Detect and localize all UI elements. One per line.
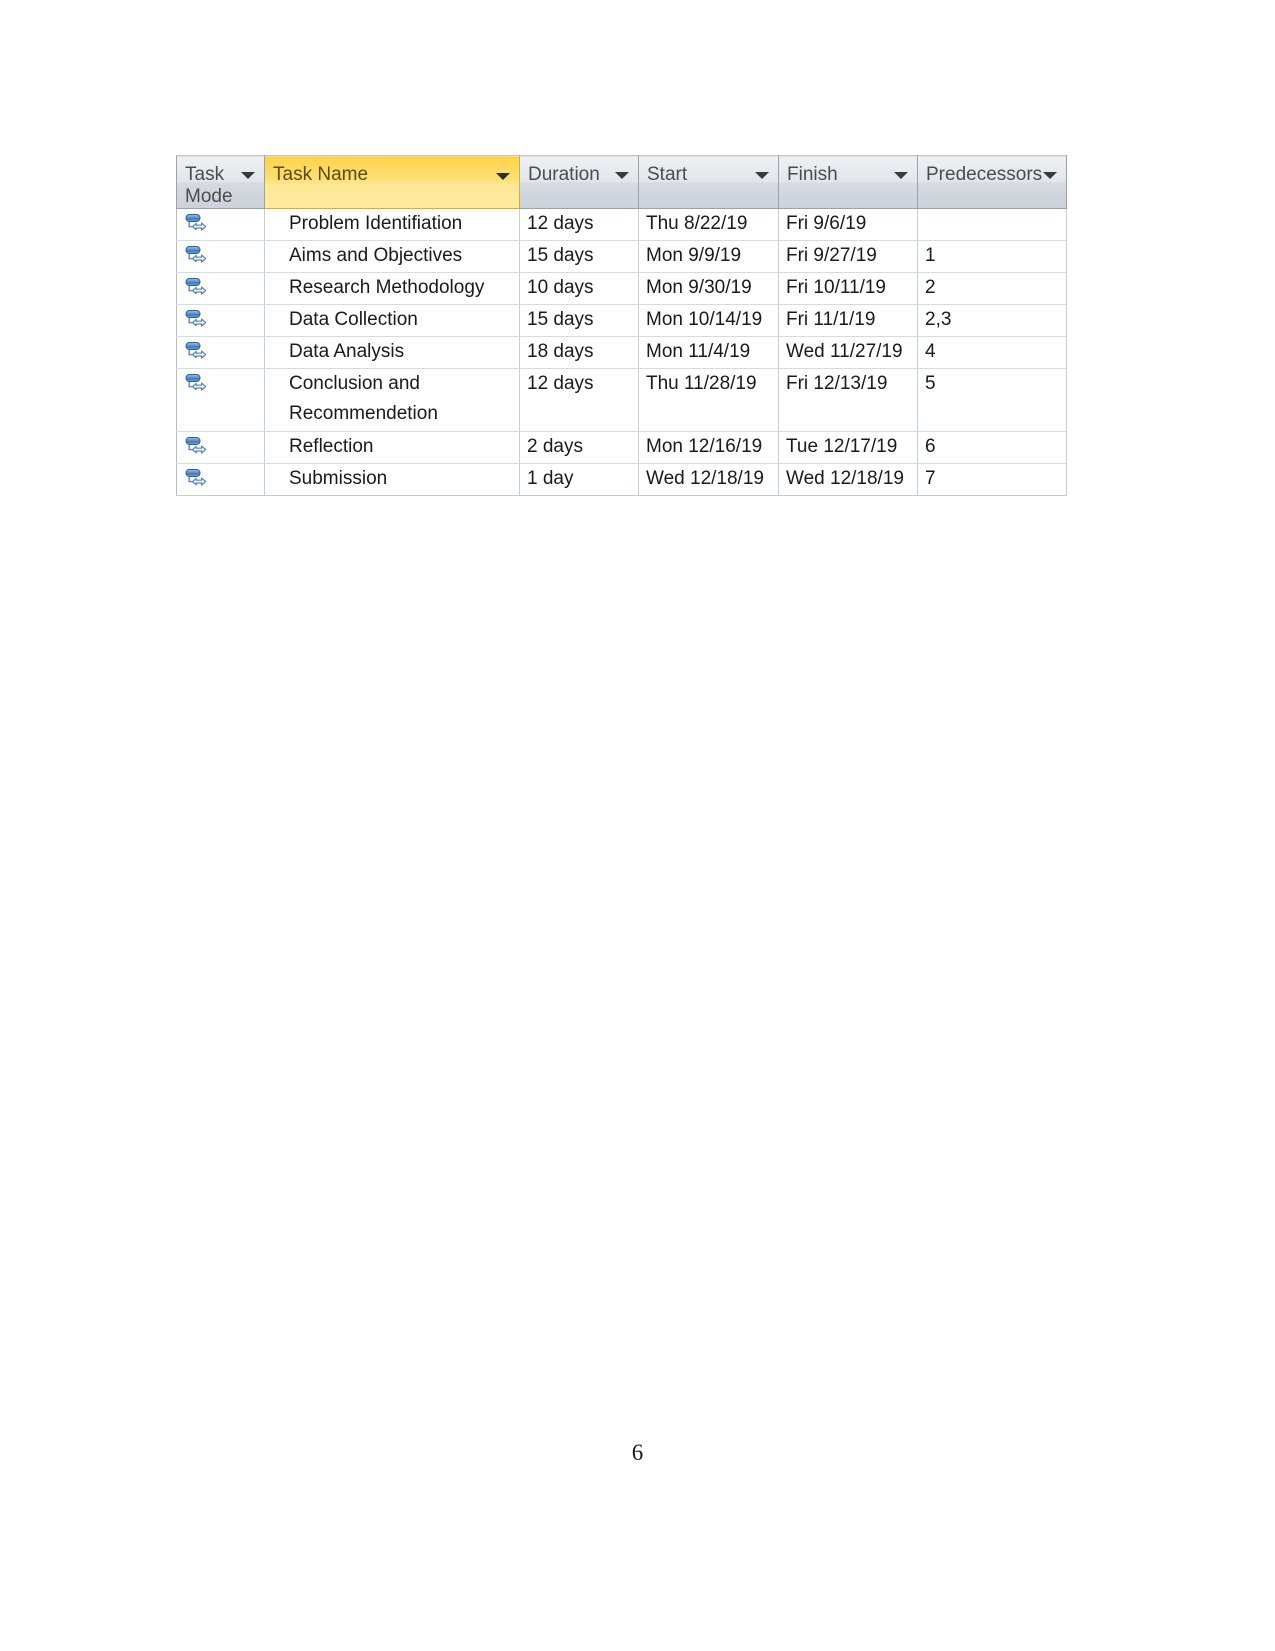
cell-start[interactable]: Mon 9/30/19 <box>638 272 779 305</box>
cell-start[interactable]: Mon 9/9/19 <box>638 240 779 273</box>
cell-predecessors[interactable]: 7 <box>917 463 1067 496</box>
project-task-table-container: Task Mode Task Name Duration Start Finis… <box>176 155 1067 496</box>
cell-finish[interactable]: Tue 12/17/19 <box>778 431 918 464</box>
filter-dropdown-icon-start[interactable] <box>755 172 769 179</box>
cell-predecessors[interactable]: 4 <box>917 336 1067 369</box>
project-task-table: Task Mode Task Name Duration Start Finis… <box>176 155 1067 496</box>
cell-predecessors[interactable]: 2,3 <box>917 304 1067 337</box>
cell-task-mode[interactable] <box>176 463 265 496</box>
table-body: Problem Identifiation 12 days Thu 8/22/19 F… <box>176 208 1067 496</box>
cell-predecessors[interactable]: 1 <box>917 240 1067 273</box>
cell-task-mode[interactable] <box>176 240 265 273</box>
table-row[interactable]: Conclusion and Recommendetion 12 days Thu … <box>176 368 1067 432</box>
cell-start[interactable]: Mon 11/4/19 <box>638 336 779 369</box>
cell-duration[interactable]: 18 days <box>519 336 639 369</box>
table-row[interactable]: Data Analysis 18 days Mon 11/4/19 Wed 11/27… <box>176 336 1067 369</box>
cell-finish[interactable]: Fri 10/11/19 <box>778 272 918 305</box>
cell-finish[interactable]: Fri 9/27/19 <box>778 240 918 273</box>
cell-start[interactable]: Thu 8/22/19 <box>638 208 779 241</box>
cell-task-name[interactable]: Submission <box>264 463 520 496</box>
cell-start[interactable]: Mon 12/16/19 <box>638 431 779 464</box>
column-header-task-name[interactable]: Task Name <box>264 155 520 209</box>
cell-task-name[interactable]: Conclusion and Recommendetion <box>264 368 520 432</box>
page-number: 6 <box>631 1440 644 1465</box>
table-row[interactable]: Reflection 2 days Mon 12/16/19 Tue 12/17/19… <box>176 431 1067 464</box>
column-header-finish[interactable]: Finish <box>778 155 918 209</box>
cell-finish[interactable]: Fri 12/13/19 <box>778 368 918 432</box>
column-header-predecessors-label: Predecessors <box>926 164 1043 185</box>
column-header-start-label: Start <box>647 164 688 185</box>
column-header-finish-label: Finish <box>787 164 838 185</box>
cell-task-mode[interactable] <box>176 208 265 241</box>
table-row[interactable]: Research Methodology 10 days Mon 9/30/19 Fr… <box>176 272 1067 305</box>
cell-finish[interactable]: Fri 11/1/19 <box>778 304 918 337</box>
filter-dropdown-icon-task-mode[interactable] <box>241 172 255 179</box>
cell-duration[interactable]: 10 days <box>519 272 639 305</box>
column-header-predecessors[interactable]: Predecessors <box>917 155 1067 209</box>
table-row[interactable]: Aims and Objectives 15 days Mon 9/9/19 Fri … <box>176 240 1067 273</box>
cell-duration[interactable]: 12 days <box>519 208 639 241</box>
table-header-row: Task Mode Task Name Duration Start Finis… <box>176 155 1067 209</box>
cell-finish[interactable]: Wed 12/18/19 <box>778 463 918 496</box>
table-row[interactable]: Problem Identifiation 12 days Thu 8/22/19 F… <box>176 208 1067 241</box>
cell-task-mode[interactable] <box>176 368 265 432</box>
cell-task-name[interactable]: Problem Identifiation <box>264 208 520 241</box>
cell-predecessors[interactable] <box>917 208 1067 241</box>
cell-predecessors[interactable]: 6 <box>917 431 1067 464</box>
cell-finish[interactable]: Fri 9/6/19 <box>778 208 918 241</box>
filter-dropdown-icon-task-name[interactable] <box>496 173 510 180</box>
cell-task-name[interactable]: Data Analysis <box>264 336 520 369</box>
column-header-duration[interactable]: Duration <box>519 155 639 209</box>
table-row[interactable]: Submission 1 day Wed 12/18/19 Wed 12/18/19 7 <box>176 463 1067 496</box>
column-header-task-mode[interactable]: Task Mode <box>176 155 265 209</box>
column-header-start[interactable]: Start <box>638 155 779 209</box>
cell-task-name[interactable]: Aims and Objectives <box>264 240 520 273</box>
column-header-task-mode-label: Task Mode <box>185 164 233 207</box>
column-header-duration-label: Duration <box>528 164 600 185</box>
column-header-task-name-label: Task Name <box>273 164 369 185</box>
cell-task-name[interactable]: Data Collection <box>264 304 520 337</box>
cell-start[interactable]: Thu 11/28/19 <box>638 368 779 432</box>
filter-dropdown-icon-duration[interactable] <box>615 172 629 179</box>
cell-start[interactable]: Wed 12/18/19 <box>638 463 779 496</box>
filter-dropdown-icon-finish[interactable] <box>894 172 908 179</box>
filter-dropdown-icon-predecessors[interactable] <box>1043 172 1057 179</box>
cell-task-name[interactable]: Reflection <box>264 431 520 464</box>
cell-predecessors[interactable]: 2 <box>917 272 1067 305</box>
cell-task-name[interactable]: Research Methodology <box>264 272 520 305</box>
cell-duration[interactable]: 15 days <box>519 304 639 337</box>
cell-start[interactable]: Mon 10/14/19 <box>638 304 779 337</box>
cell-task-mode[interactable] <box>176 336 265 369</box>
cell-duration[interactable]: 12 days <box>519 368 639 432</box>
cell-duration[interactable]: 2 days <box>519 431 639 464</box>
cell-task-mode[interactable] <box>176 304 265 337</box>
table-header: Task Mode Task Name Duration Start Finis… <box>176 155 1067 209</box>
cell-task-mode[interactable] <box>176 272 265 305</box>
cell-duration[interactable]: 1 day <box>519 463 639 496</box>
document-page: Task Mode Task Name Duration Start Finis… <box>0 0 1275 1651</box>
cell-task-mode[interactable] <box>176 431 265 464</box>
cell-finish[interactable]: Wed 11/27/19 <box>778 336 918 369</box>
cell-predecessors[interactable]: 5 <box>917 368 1067 432</box>
table-row[interactable]: Data Collection 15 days Mon 10/14/19 Fri 11… <box>176 304 1067 337</box>
cell-duration[interactable]: 15 days <box>519 240 639 273</box>
